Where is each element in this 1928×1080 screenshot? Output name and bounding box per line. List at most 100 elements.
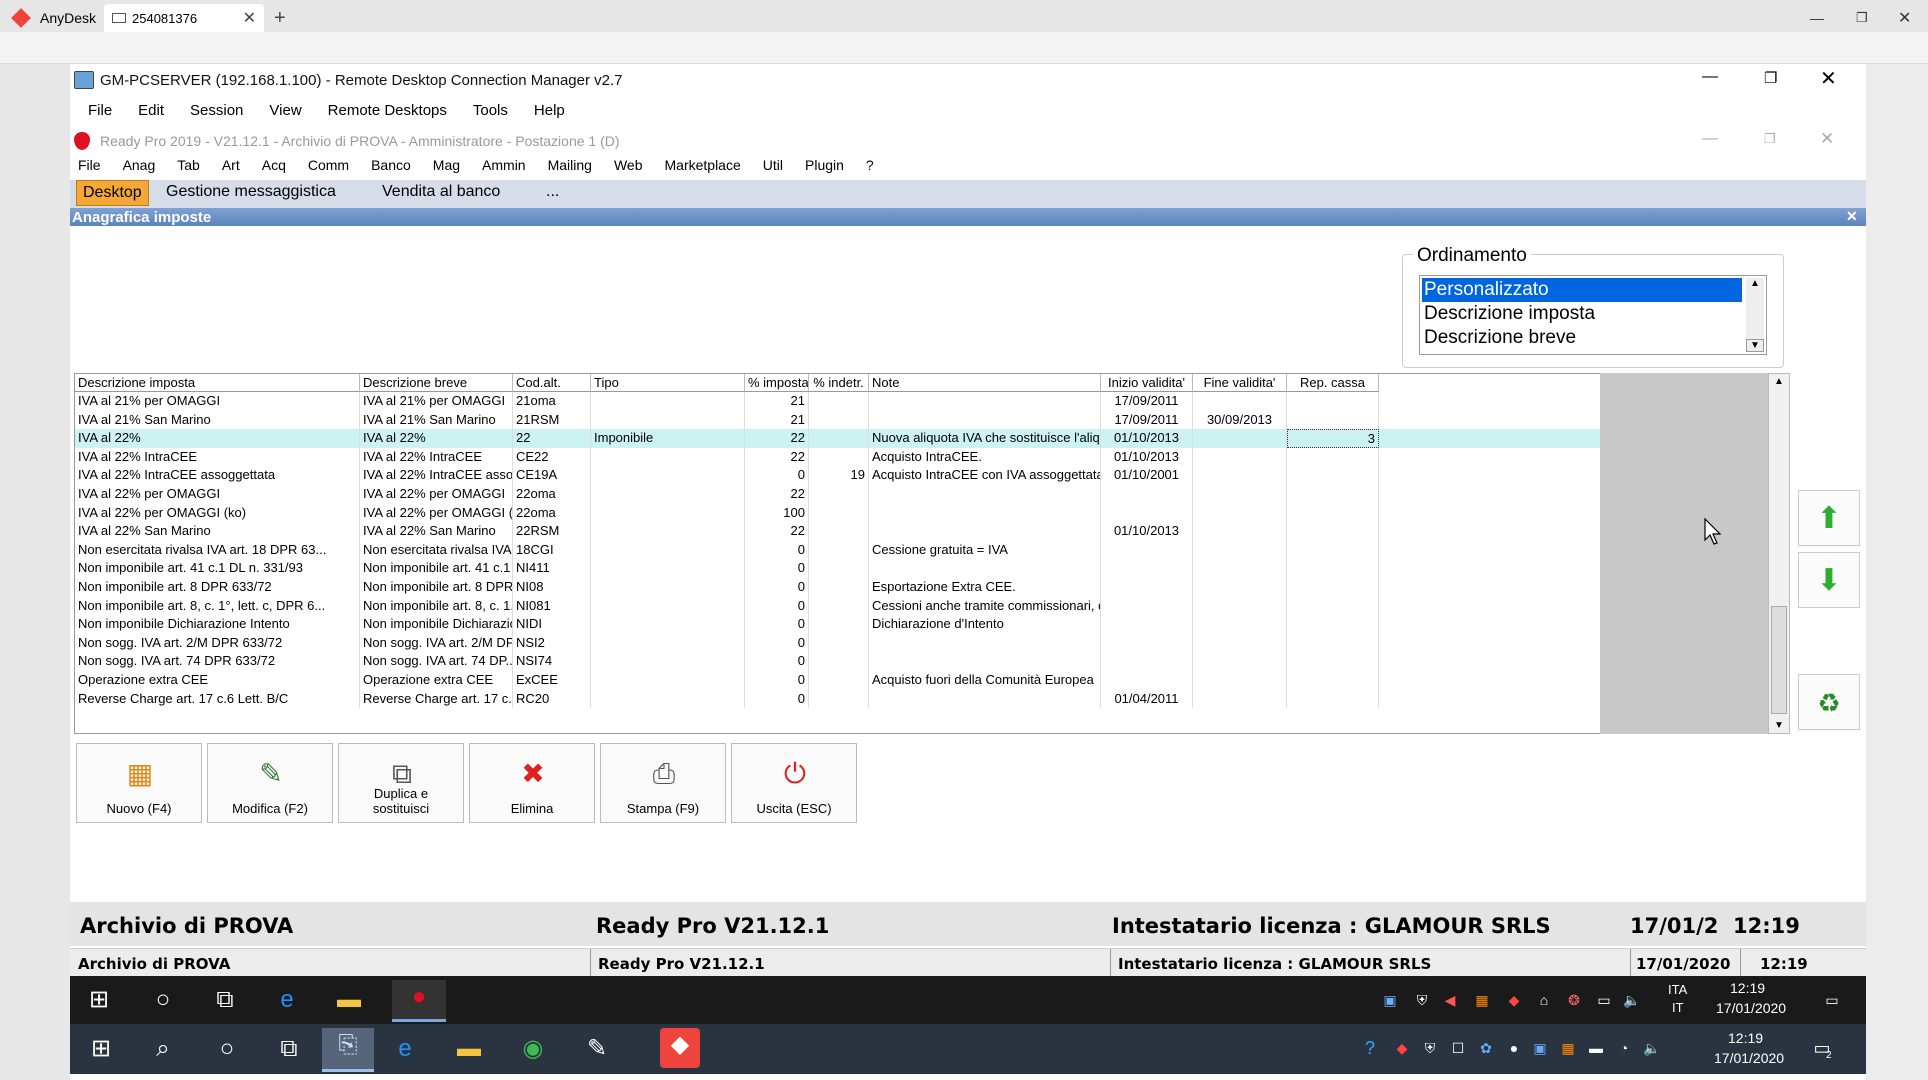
tray-anydesk-icon[interactable]: ◆	[1392, 1038, 1412, 1058]
search-icon[interactable]: ⌕	[146, 1032, 180, 1066]
rdcm-menu-item[interactable]: Session	[190, 102, 243, 119]
table-row[interactable]: IVA al 22% per OMAGGI (ko) IVA al 22% per…	[75, 503, 1601, 523]
readypro-menu-item[interactable]: Web	[614, 157, 643, 173]
scroll-down-icon[interactable]: ▼	[1746, 339, 1764, 352]
column-header[interactable]: Descrizione breve	[360, 374, 513, 392]
tray-display-icon[interactable]: ▭	[1594, 990, 1614, 1010]
column-header[interactable]: Inizio validita'	[1101, 374, 1193, 392]
language-indicator[interactable]: ITA	[1668, 982, 1687, 997]
readypro-menu-item[interactable]: Mailing	[548, 157, 592, 173]
tray-app3-icon[interactable]: ❂	[1564, 990, 1584, 1010]
column-header[interactable]: % imposta	[745, 374, 809, 392]
table-row[interactable]: Reverse Charge art. 17 c.6 Lett. B/C Reve…	[75, 689, 1601, 709]
table-row[interactable]: IVA al 22% IVA al 22% 22 Imponibile 22 Nuova …	[75, 429, 1601, 448]
readypro-menu-item[interactable]: Util	[763, 157, 783, 173]
rdcm-menu-item[interactable]: File	[88, 102, 112, 119]
windows-start-icon[interactable]: ⊞	[82, 983, 116, 1017]
tray-volume-icon[interactable]: 🔈	[1622, 990, 1642, 1010]
move-up-button[interactable]: ⬆	[1798, 490, 1860, 546]
move-down-button[interactable]: ⬇	[1798, 552, 1860, 608]
rdcm-menu-item[interactable]: Remote Desktops	[328, 102, 447, 119]
readypro-maximize-button[interactable]: ❐	[1764, 131, 1776, 147]
table-row[interactable]: Non imponibile art. 8 DPR 633/72 Non impo…	[75, 578, 1601, 597]
readypro-menu-item[interactable]: Banco	[371, 157, 411, 173]
column-header[interactable]: Rep. cassa	[1287, 374, 1379, 392]
table-row[interactable]: IVA al 22% San Marino IVA al 22% San Mari…	[75, 522, 1601, 541]
action-button-3[interactable]: ⧉ Duplica e sostituisci	[338, 743, 464, 823]
tray-app2-icon[interactable]: ▦	[1472, 990, 1492, 1010]
action-button-6[interactable]: ⏻ Uscita (ESC)	[731, 743, 857, 823]
tab-vendita-al-banco[interactable]: Vendita al banco	[376, 180, 506, 206]
column-header[interactable]: Note	[869, 374, 1101, 392]
anydesk-taskbar-icon[interactable]: ◆	[660, 1028, 700, 1068]
panel-close-icon[interactable]: ✕	[1846, 208, 1858, 225]
table-row[interactable]: Non sogg. IVA art. 2/M DPR 633/72 Non sog…	[75, 633, 1601, 653]
column-header[interactable]: Descrizione imposta	[75, 374, 360, 392]
refresh-button[interactable]: ♻	[1798, 674, 1860, 730]
restore-button[interactable]: ❐	[1856, 4, 1868, 32]
tab-gestione-messaggistica[interactable]: Gestione messaggistica	[160, 180, 342, 206]
anydesk-session-tab[interactable]: 254081376 ✕	[104, 4, 264, 32]
new-tab-button[interactable]: +	[274, 4, 294, 32]
rdcm-menu-item[interactable]: Help	[534, 102, 565, 119]
readypro-menu-item[interactable]: Art	[222, 157, 240, 173]
readypro-menu-item[interactable]: Marketplace	[665, 157, 741, 173]
tray-chat-icon[interactable]: ☐	[1448, 1038, 1468, 1058]
imposte-grid[interactable]: Descrizione imposta Descrizione breve Cod.…	[74, 373, 1602, 734]
file-explorer-icon[interactable]: ▬	[452, 1032, 486, 1066]
readypro-menu-item[interactable]: Ammin	[482, 157, 526, 173]
remote-clock-date[interactable]: 17/01/2020	[1716, 1000, 1786, 1016]
table-row[interactable]: IVA al 22% per OMAGGI IVA al 22% per OMAG…	[75, 485, 1601, 504]
rdcm-minimize-button[interactable]: —	[1702, 68, 1718, 86]
table-row[interactable]: Non imponibile art. 8, c. 1°, lett. c, D…	[75, 596, 1601, 616]
table-row[interactable]: Non sogg. IVA art. 74 DPR 633/72 Non sogg…	[75, 652, 1601, 671]
help-icon[interactable]: ?	[1360, 1038, 1380, 1058]
ordinamento-scrollbar[interactable]: ▲ ▼	[1746, 278, 1764, 352]
readypro-close-button[interactable]: ✕	[1820, 129, 1834, 149]
anydesk-logo[interactable]: AnyDesk	[10, 4, 105, 32]
tray-app3-icon[interactable]: ▦	[1558, 1038, 1578, 1058]
table-row[interactable]: IVA al 22% IntraCEE assoggettata IVA al 2…	[75, 466, 1601, 485]
readypro-menu-item[interactable]: Mag	[433, 157, 460, 173]
app-icon[interactable]: ✎	[580, 1032, 614, 1066]
tray-shield-icon[interactable]: ⛨	[1412, 990, 1432, 1010]
cortana-icon[interactable]: ○	[146, 983, 180, 1017]
local-clock-time[interactable]: 12:19	[1728, 1030, 1763, 1046]
close-window-button[interactable]: ✕	[1898, 4, 1911, 32]
tray-anydesk-icon[interactable]: ◆	[1504, 990, 1524, 1010]
rdcm-menu-item[interactable]: View	[269, 102, 301, 119]
file-explorer-icon[interactable]: ▬	[332, 983, 366, 1017]
local-clock-date[interactable]: 17/01/2020	[1714, 1050, 1784, 1066]
table-row[interactable]: IVA al 21% San Marino IVA al 21% San Mari…	[75, 410, 1601, 430]
readypro-menu-item[interactable]: Plugin	[805, 157, 844, 173]
tray-cloud-icon[interactable]: ●	[1504, 1038, 1524, 1058]
tray-app-icon[interactable]: ✿	[1476, 1038, 1496, 1058]
readypro-menu-item[interactable]: Comm	[308, 157, 349, 173]
column-header[interactable]: Cod.alt.	[513, 374, 591, 392]
edge-icon[interactable]: e	[270, 983, 304, 1017]
readypro-menu-item[interactable]: Tab	[177, 157, 200, 173]
readypro-menu-item[interactable]: Anag	[123, 157, 156, 173]
battery-icon[interactable]: ▬	[1586, 1038, 1606, 1058]
readypro-menu-item[interactable]: Acq	[262, 157, 286, 173]
readypro-taskbar-icon[interactable]: ●	[392, 980, 446, 1022]
tab-more[interactable]: ...	[540, 180, 565, 206]
scroll-up-icon[interactable]: ▲	[1746, 278, 1764, 289]
ordinamento-option[interactable]: Descrizione imposta	[1422, 302, 1595, 326]
table-row[interactable]: Non esercitata rivalsa IVA art. 18 DPR 6…	[75, 540, 1601, 560]
rdcm-menu-item[interactable]: Tools	[473, 102, 508, 119]
tab-desktop[interactable]: Desktop	[76, 180, 149, 206]
table-row[interactable]: Non imponibile Dichiarazione Intento Non …	[75, 615, 1601, 634]
table-row[interactable]: IVA al 22% IntraCEE IVA al 22% IntraCEE CE…	[75, 447, 1601, 467]
windows-start-icon[interactable]: ⊞	[84, 1032, 118, 1066]
tray-network-icon[interactable]: ⌂	[1534, 990, 1554, 1010]
table-row[interactable]: IVA al 21% per OMAGGI IVA al 21% per OMAG…	[75, 392, 1601, 411]
scroll-up-icon[interactable]: ▲	[1769, 376, 1789, 387]
ordinamento-option[interactable]: Descrizione breve	[1422, 326, 1576, 350]
grid-scrollbar[interactable]: ▲ ▼	[1768, 373, 1790, 734]
tray-app-icon[interactable]: ▣	[1380, 990, 1400, 1010]
task-view-icon[interactable]: ⧉	[208, 983, 242, 1017]
column-header[interactable]: % indetr.	[809, 374, 869, 392]
action-button-2[interactable]: ✎ Modifica (F2)	[207, 743, 333, 823]
column-header[interactable]: Tipo	[591, 374, 745, 392]
